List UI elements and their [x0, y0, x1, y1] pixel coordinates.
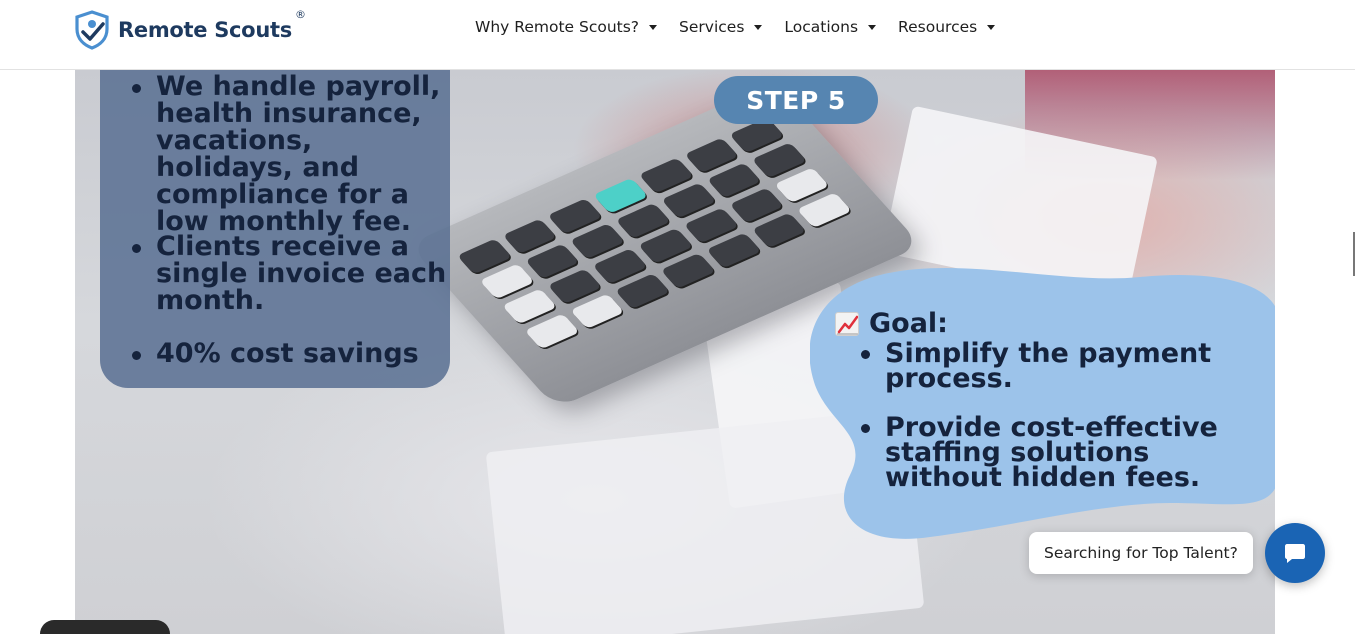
caret-down-icon — [868, 24, 877, 30]
goal-item: Provide cost-effective staffing solution… — [861, 414, 1225, 491]
nav-locations[interactable]: Locations — [784, 17, 877, 37]
bottom-floating-widget[interactable] — [40, 620, 170, 634]
chat-icon — [1285, 544, 1305, 563]
caret-down-icon — [987, 24, 996, 30]
brand-logo[interactable]: Remote Scouts ® — [74, 8, 306, 51]
chat-prompt-text: Searching for Top Talent? — [1044, 544, 1238, 562]
site-header: Remote Scouts ® Why Remote Scouts? Servi… — [0, 0, 1355, 70]
benefit-item: We handle payroll, health insurance, vac… — [132, 73, 456, 235]
chat-launcher-button[interactable] — [1265, 523, 1325, 583]
goal-item: Simplify the payment process. — [861, 340, 1225, 392]
benefits-panel: We handle payroll, health insurance, vac… — [100, 70, 450, 388]
chat-prompt-bubble[interactable]: Searching for Top Talent? — [1029, 532, 1253, 574]
nav-resources[interactable]: Resources — [898, 17, 996, 37]
brand-name: Remote Scouts — [118, 18, 292, 42]
nav-label: Why Remote Scouts? — [475, 18, 640, 36]
nav-label: Services — [679, 18, 745, 36]
nav-services[interactable]: Services — [679, 17, 763, 37]
caret-down-icon — [649, 24, 658, 30]
goal-title: Goal: — [869, 308, 948, 339]
registered-mark: ® — [295, 8, 306, 21]
step-label: STEP 5 — [714, 76, 878, 124]
benefit-item: 40% cost savings — [132, 340, 456, 367]
goal-heading: Goal: — [835, 308, 1225, 339]
shield-check-icon — [75, 10, 109, 50]
benefit-item: Clients receive a single invoice each mo… — [132, 233, 456, 314]
main-nav: Why Remote Scouts? Services Locations Re… — [475, 17, 1017, 37]
nav-why-remote-scouts[interactable]: Why Remote Scouts? — [475, 17, 658, 37]
nav-label: Resources — [898, 18, 978, 36]
caret-down-icon — [754, 24, 763, 30]
goal-section: Goal: Simplify the payment process. Prov… — [835, 308, 1225, 491]
nav-label: Locations — [784, 18, 859, 36]
chart-increasing-icon — [835, 311, 859, 336]
